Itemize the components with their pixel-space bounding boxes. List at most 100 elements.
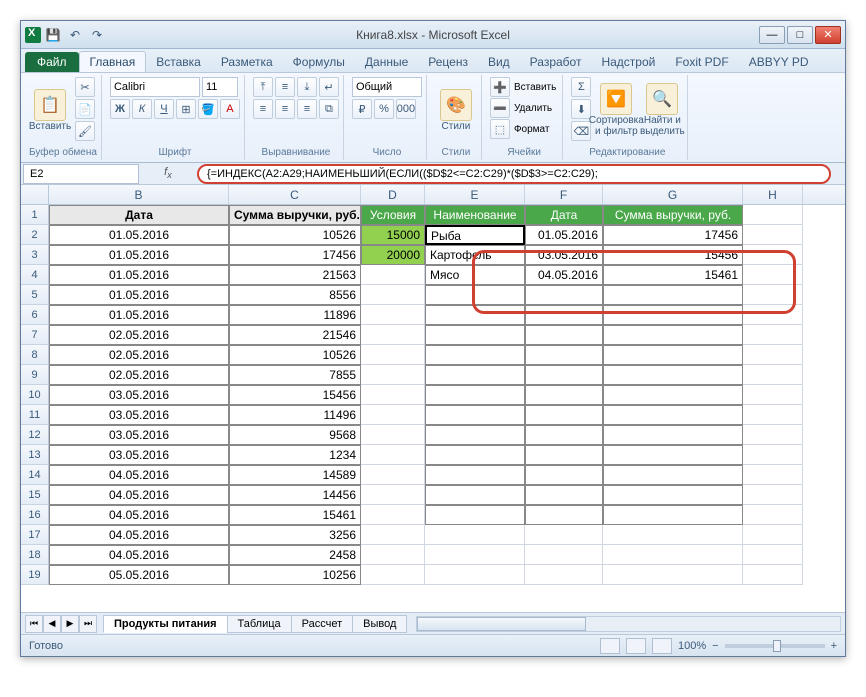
- cell[interactable]: [603, 285, 743, 305]
- cell[interactable]: [525, 425, 603, 445]
- cell[interactable]: [361, 285, 425, 305]
- find-select-button[interactable]: 🔍 Найти и выделить: [641, 77, 683, 143]
- delete-cells-button[interactable]: ➖: [490, 98, 510, 118]
- cell[interactable]: [425, 465, 525, 485]
- sheet-tab-2[interactable]: Таблица: [227, 615, 292, 633]
- col-header-F[interactable]: F: [525, 185, 603, 204]
- cell[interactable]: [743, 545, 803, 565]
- cell[interactable]: [743, 305, 803, 325]
- cell[interactable]: [425, 485, 525, 505]
- cell[interactable]: [425, 345, 525, 365]
- cell[interactable]: [361, 305, 425, 325]
- cell[interactable]: [525, 345, 603, 365]
- cell[interactable]: 01.05.2016: [525, 225, 603, 245]
- maximize-button[interactable]: □: [787, 26, 813, 44]
- cell[interactable]: 9568: [229, 425, 361, 445]
- sheet-nav-last[interactable]: ⏭: [79, 615, 97, 633]
- cell[interactable]: [425, 405, 525, 425]
- cell[interactable]: 1234: [229, 445, 361, 465]
- col-header-C[interactable]: C: [229, 185, 361, 204]
- cell[interactable]: [743, 485, 803, 505]
- qat-redo-icon[interactable]: ↷: [87, 25, 107, 45]
- tab-review[interactable]: Реценз: [418, 52, 478, 72]
- align-bottom-button[interactable]: ⤓: [297, 77, 317, 97]
- cell[interactable]: [361, 405, 425, 425]
- tab-view[interactable]: Вид: [478, 52, 520, 72]
- cell[interactable]: [361, 505, 425, 525]
- cell[interactable]: [603, 365, 743, 385]
- cell[interactable]: [425, 305, 525, 325]
- qat-undo-icon[interactable]: ↶: [65, 25, 85, 45]
- cell[interactable]: Картофель: [425, 245, 525, 265]
- cell[interactable]: [361, 465, 425, 485]
- border-button[interactable]: ⊞: [176, 99, 196, 119]
- cell[interactable]: [525, 365, 603, 385]
- row-header[interactable]: 19: [21, 565, 49, 585]
- sheet-nav-next[interactable]: ▶: [61, 615, 79, 633]
- align-top-button[interactable]: ⤒: [253, 77, 273, 97]
- cell[interactable]: [361, 385, 425, 405]
- col-header-E[interactable]: E: [425, 185, 525, 204]
- tab-developer[interactable]: Разработ: [520, 52, 592, 72]
- sheet-tab-3[interactable]: Рассчет: [291, 615, 354, 633]
- view-pagebreak-button[interactable]: [652, 638, 672, 654]
- cell[interactable]: 01.05.2016: [49, 265, 229, 285]
- cell[interactable]: 14589: [229, 465, 361, 485]
- tab-layout[interactable]: Разметка: [211, 52, 283, 72]
- cell[interactable]: 14456: [229, 485, 361, 505]
- cell[interactable]: 02.05.2016: [49, 325, 229, 345]
- cell[interactable]: [425, 385, 525, 405]
- col-header-D[interactable]: D: [361, 185, 425, 204]
- cell[interactable]: [603, 325, 743, 345]
- comma-button[interactable]: 000: [396, 99, 416, 119]
- align-left-button[interactable]: ≡: [253, 99, 273, 119]
- styles-button[interactable]: 🎨 Стили: [435, 77, 477, 143]
- cell[interactable]: 04.05.2016: [49, 525, 229, 545]
- row-header[interactable]: 6: [21, 305, 49, 325]
- font-size-select[interactable]: [202, 77, 238, 97]
- cell[interactable]: [743, 525, 803, 545]
- cell[interactable]: 10256: [229, 565, 361, 585]
- zoom-in-button[interactable]: +: [831, 640, 837, 652]
- italic-button[interactable]: К: [132, 99, 152, 119]
- tab-addins[interactable]: Надстрой: [591, 52, 665, 72]
- col-header-G[interactable]: G: [603, 185, 743, 204]
- row-header[interactable]: 14: [21, 465, 49, 485]
- tab-insert[interactable]: Вставка: [146, 52, 211, 72]
- cell[interactable]: 05.05.2016: [49, 565, 229, 585]
- cell[interactable]: 03.05.2016: [49, 445, 229, 465]
- cell[interactable]: [743, 565, 803, 585]
- cell[interactable]: 21563: [229, 265, 361, 285]
- cell[interactable]: [743, 505, 803, 525]
- cell[interactable]: [603, 565, 743, 585]
- cell[interactable]: 15461: [603, 265, 743, 285]
- cell[interactable]: [525, 565, 603, 585]
- cell[interactable]: [603, 445, 743, 465]
- row-header[interactable]: 16: [21, 505, 49, 525]
- cell[interactable]: 15456: [229, 385, 361, 405]
- view-normal-button[interactable]: [600, 638, 620, 654]
- cell[interactable]: [603, 545, 743, 565]
- cut-button[interactable]: ✂: [75, 77, 95, 97]
- cell[interactable]: 7855: [229, 365, 361, 385]
- format-cells-button[interactable]: ⬚: [490, 119, 510, 139]
- number-format-select[interactable]: [352, 77, 422, 97]
- cell[interactable]: 03.05.2016: [49, 385, 229, 405]
- cell[interactable]: [743, 285, 803, 305]
- cell[interactable]: [361, 365, 425, 385]
- row-header[interactable]: 9: [21, 365, 49, 385]
- percent-button[interactable]: %: [374, 99, 394, 119]
- cell[interactable]: [361, 565, 425, 585]
- paste-button[interactable]: 📋 Вставить: [29, 77, 71, 143]
- cell[interactable]: [743, 465, 803, 485]
- cell[interactable]: [361, 525, 425, 545]
- zoom-slider[interactable]: [725, 644, 825, 648]
- qat-save-icon[interactable]: 💾: [43, 25, 63, 45]
- bold-button[interactable]: Ж: [110, 99, 130, 119]
- cell[interactable]: Дата: [525, 205, 603, 225]
- select-all-corner[interactable]: [21, 185, 49, 204]
- horizontal-scrollbar[interactable]: [416, 616, 841, 632]
- fx-icon[interactable]: fx: [139, 166, 197, 180]
- cell[interactable]: [525, 525, 603, 545]
- cell[interactable]: [425, 565, 525, 585]
